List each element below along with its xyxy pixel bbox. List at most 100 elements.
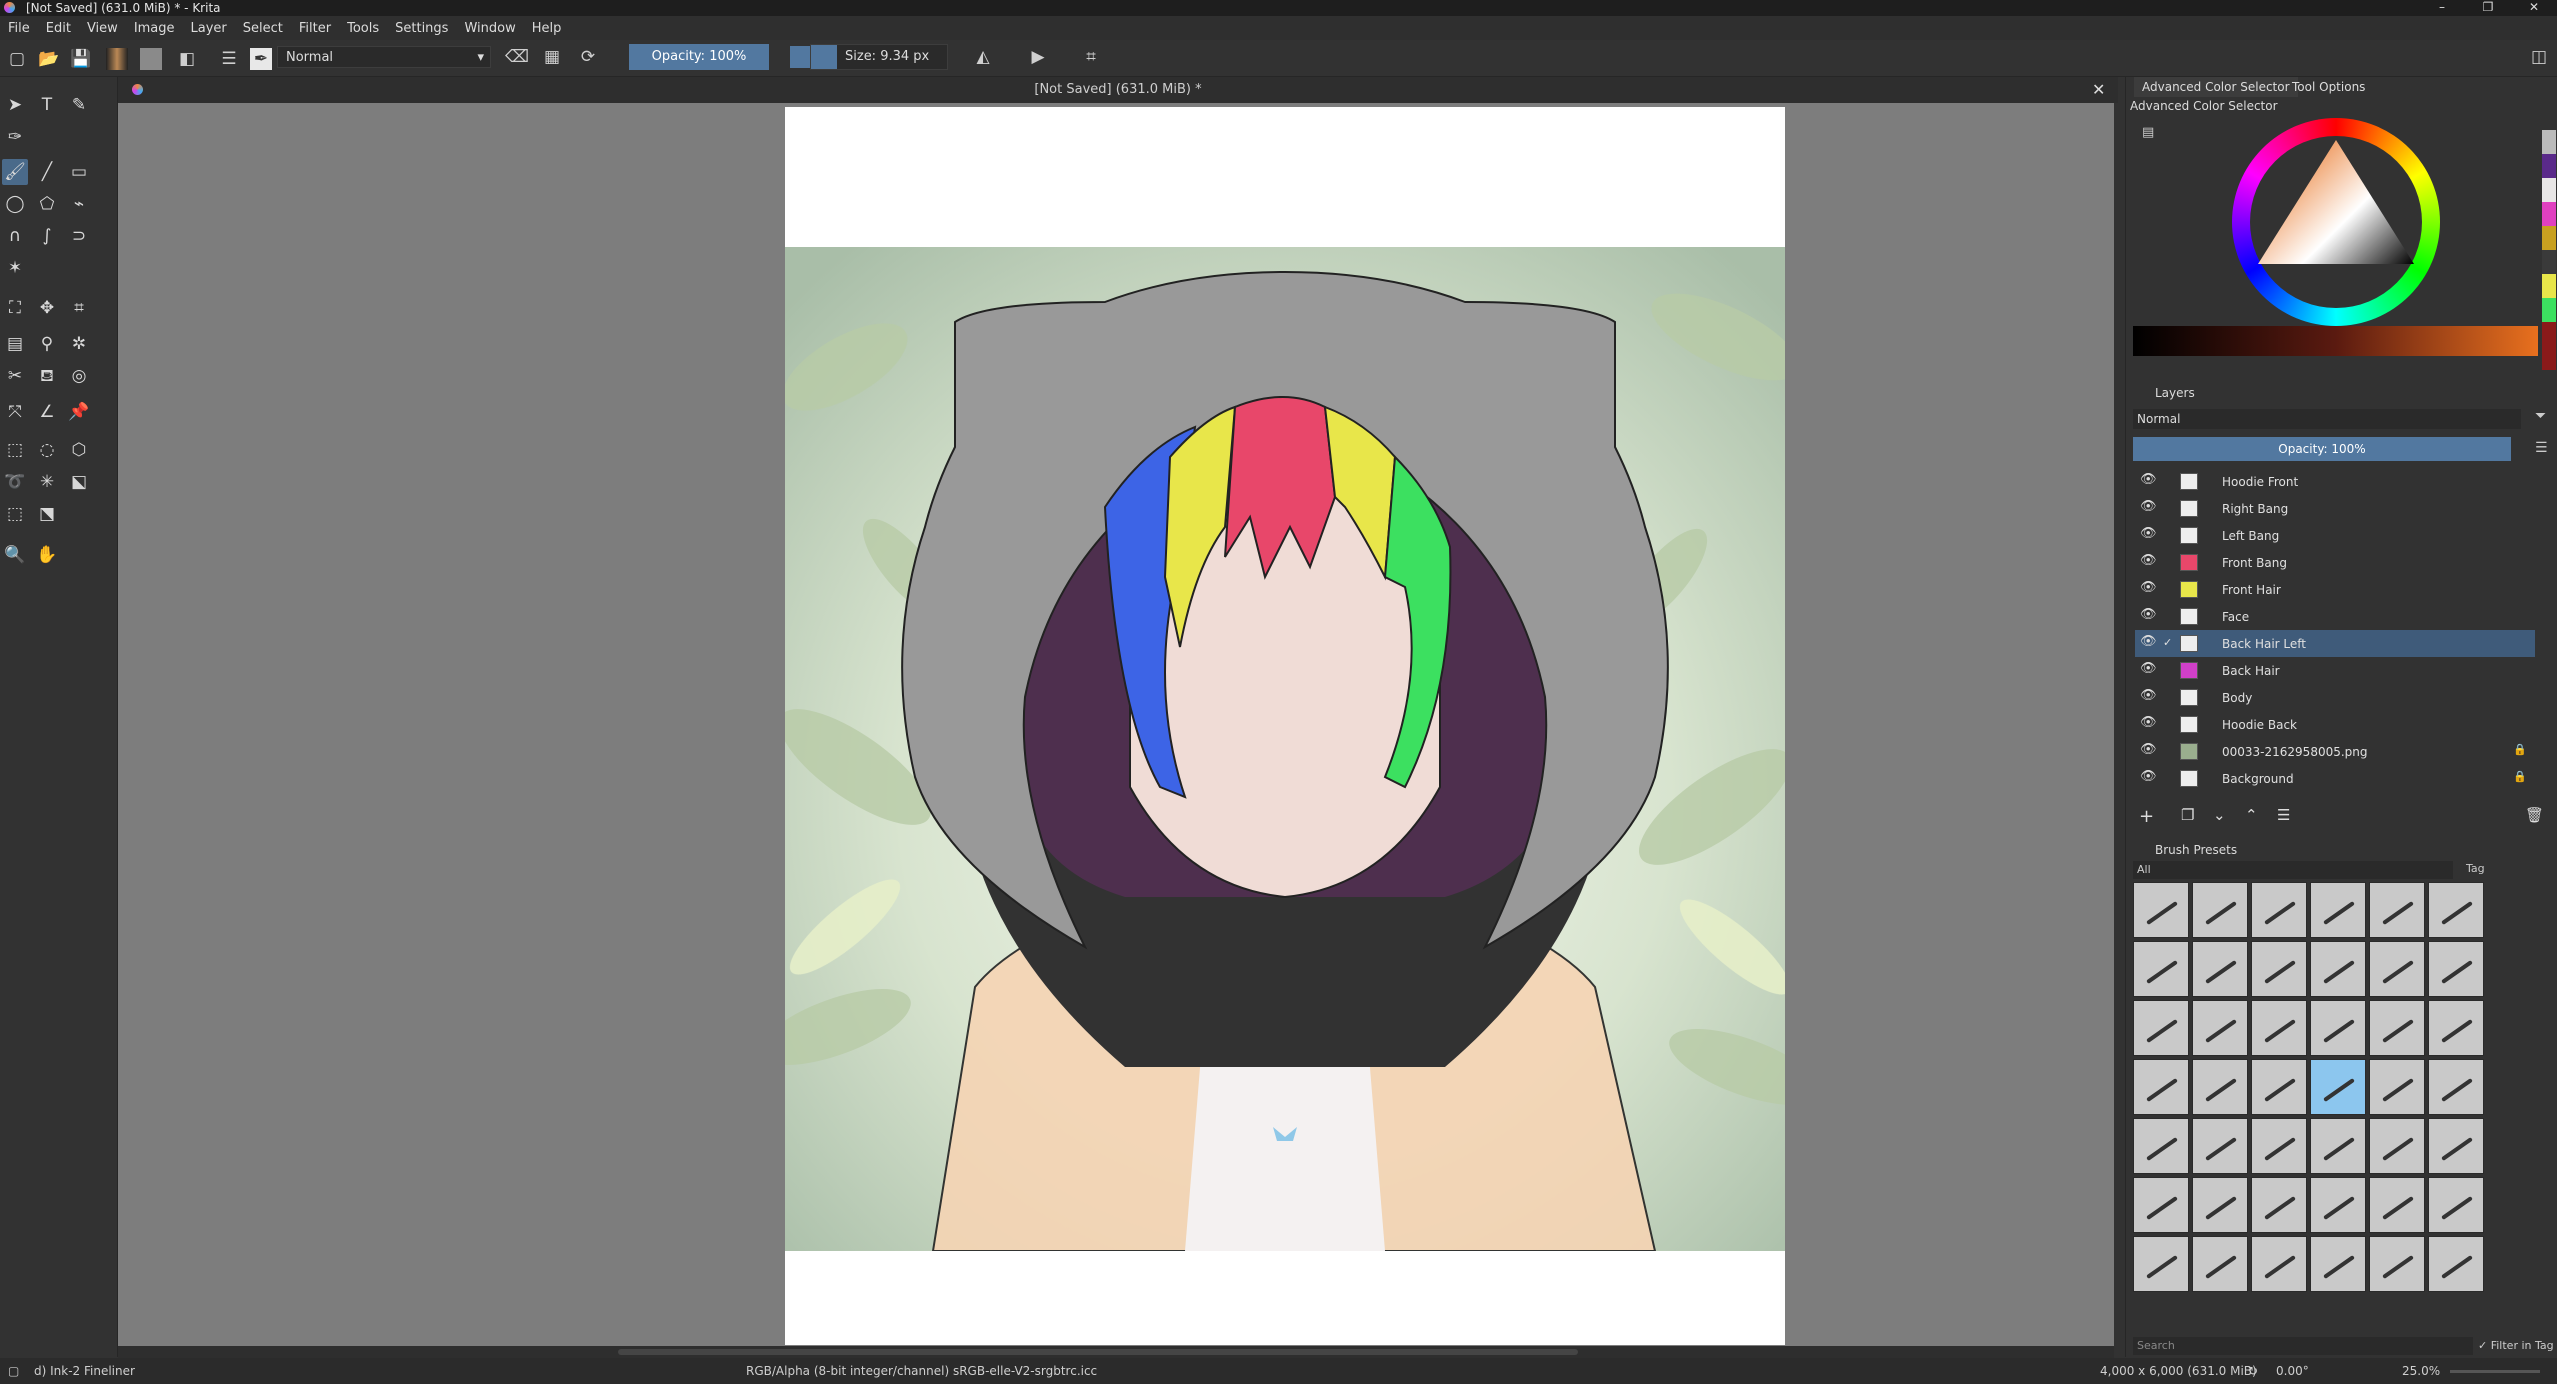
move-down-icon[interactable]: ⌄: [2213, 806, 2226, 824]
magic-wand-icon[interactable]: ✳: [34, 469, 60, 495]
menu-image[interactable]: Image: [126, 21, 183, 36]
tab-advanced-color-selector[interactable]: Advanced Color Selector: [2134, 77, 2298, 97]
open-document-icon[interactable]: 📂: [38, 48, 60, 70]
brush-search-input[interactable]: Search: [2133, 1337, 2473, 1355]
smart-patch-icon[interactable]: ✲: [66, 331, 92, 357]
brush-preset[interactable]: [2133, 1000, 2189, 1056]
gradient-swatch-icon[interactable]: [106, 48, 128, 70]
blend-mode-select[interactable]: Normal ▾: [277, 46, 491, 68]
brush-preset[interactable]: [2369, 882, 2425, 938]
add-layer-icon[interactable]: +: [2139, 806, 2154, 827]
opacity-slider[interactable]: Opacity: 100%: [629, 44, 769, 70]
save-document-icon[interactable]: 💾: [70, 48, 92, 70]
layers-opacity-slider[interactable]: Opacity: 100%: [2133, 437, 2511, 461]
brush-filter-select[interactable]: All: [2133, 861, 2453, 879]
brush-settings-icon[interactable]: ☰: [218, 48, 240, 70]
eye-icon[interactable]: 👁: [2140, 580, 2157, 595]
brush-preset[interactable]: [2428, 941, 2484, 997]
eraser-icon[interactable]: ⌫: [505, 46, 529, 68]
brush-preset[interactable]: [2310, 1000, 2366, 1056]
bezier-select-icon[interactable]: ⬚: [2, 501, 28, 527]
crop-tool-icon[interactable]: ⌗: [66, 295, 92, 321]
brush-preset[interactable]: [2192, 1000, 2248, 1056]
calligraphy-tool-icon[interactable]: ✑: [2, 124, 28, 150]
polygon-tool-icon[interactable]: ⬠: [34, 191, 60, 217]
colorize-mask-icon[interactable]: ✂: [2, 363, 28, 389]
filter-in-tag-checkbox[interactable]: ✓ Filter in Tag: [2478, 1339, 2554, 1352]
brush-preset[interactable]: [2251, 941, 2307, 997]
rectangle-tool-icon[interactable]: ▭: [66, 159, 92, 185]
menu-view[interactable]: View: [79, 21, 126, 36]
eye-icon[interactable]: 👁: [2140, 688, 2157, 703]
brush-preset[interactable]: [2251, 882, 2307, 938]
color-picker-icon[interactable]: ⚲: [34, 331, 60, 357]
brush-preset[interactable]: [2310, 1118, 2366, 1174]
brush-preset[interactable]: [2192, 1118, 2248, 1174]
brush-preset[interactable]: [2310, 1177, 2366, 1233]
layers-menu-icon[interactable]: ☰: [2535, 440, 2548, 456]
rotation-value[interactable]: 0.00°: [2276, 1364, 2309, 1378]
brush-preset[interactable]: [2133, 1059, 2189, 1115]
layer-row[interactable]: 👁 Hoodie Back: [2135, 711, 2535, 738]
menu-edit[interactable]: Edit: [38, 21, 79, 36]
menu-tools[interactable]: Tools: [339, 21, 387, 36]
brush-preset[interactable]: [2369, 1118, 2425, 1174]
brush-preset[interactable]: [2133, 1177, 2189, 1233]
line-tool-icon[interactable]: ╱: [34, 159, 60, 185]
color-selector-settings-icon[interactable]: ▤: [2142, 125, 2154, 140]
mirror-horizontal-icon[interactable]: ◭: [972, 46, 994, 68]
brush-preset[interactable]: [2428, 1177, 2484, 1233]
lock-icon[interactable]: 🔒: [2513, 770, 2527, 783]
menu-filter[interactable]: Filter: [291, 21, 339, 36]
close-button[interactable]: ✕: [2512, 0, 2556, 16]
ellipse-tool-icon[interactable]: ◯: [2, 191, 28, 217]
layer-row[interactable]: 👁 Background 🔒: [2135, 765, 2535, 792]
scrollbar-thumb[interactable]: [618, 1349, 1578, 1355]
layer-row[interactable]: 👁 Face: [2135, 603, 2535, 630]
duplicate-layer-icon[interactable]: ❐: [2181, 806, 2194, 824]
menu-window[interactable]: Window: [456, 21, 523, 36]
brush-preset[interactable]: [2369, 1177, 2425, 1233]
rect-select-icon[interactable]: ⬚: [2, 437, 28, 463]
assistant-tool-icon[interactable]: ⤧: [2, 399, 28, 425]
layer-row[interactable]: 👁 Body: [2135, 684, 2535, 711]
brush-preset-selected[interactable]: [2310, 1059, 2366, 1115]
eye-icon[interactable]: 👁: [2140, 472, 2157, 487]
freehand-brush-tool-icon[interactable]: 🖌: [2, 159, 28, 185]
brush-preset[interactable]: [2428, 1118, 2484, 1174]
brush-preset[interactable]: [2133, 1118, 2189, 1174]
delete-layer-icon[interactable]: 🗑: [2525, 806, 2544, 824]
mirror-vertical-icon[interactable]: ▶: [1027, 46, 1049, 68]
brush-preset[interactable]: [2369, 941, 2425, 997]
brush-preset[interactable]: [2369, 1236, 2425, 1292]
size-slider[interactable]: Size: 9.34 px: [810, 44, 948, 70]
move-up-icon[interactable]: ⌃: [2245, 806, 2258, 824]
menu-file[interactable]: File: [0, 21, 38, 36]
edit-shape-tool-icon[interactable]: ✎: [66, 92, 92, 118]
eye-icon[interactable]: 👁: [2140, 661, 2157, 676]
brush-preset[interactable]: [2133, 1236, 2189, 1292]
brush-preset[interactable]: [2133, 941, 2189, 997]
brush-preset[interactable]: [2133, 882, 2189, 938]
menu-settings[interactable]: Settings: [387, 21, 456, 36]
brush-preset[interactable]: [2192, 1177, 2248, 1233]
layer-row[interactable]: 👁 Back Hair: [2135, 657, 2535, 684]
layer-row-selected[interactable]: 👁 ✓ Back Hair Left: [2135, 630, 2535, 657]
close-document-icon[interactable]: ✕: [2092, 80, 2105, 99]
multibrush-tool-icon[interactable]: ✶: [2, 255, 28, 281]
brush-preset[interactable]: [2428, 882, 2484, 938]
polyline-tool-icon[interactable]: ⌁: [66, 191, 92, 217]
maximize-button[interactable]: ❐: [2466, 0, 2510, 16]
freehand-path-tool-icon[interactable]: ∫: [34, 223, 60, 249]
brush-preset[interactable]: [2428, 1000, 2484, 1056]
workspace-icon[interactable]: ◫: [2528, 46, 2550, 68]
pan-tool-icon[interactable]: ✋: [34, 542, 60, 568]
layer-row[interactable]: 👁 Front Bang: [2135, 549, 2535, 576]
minimize-button[interactable]: –: [2420, 0, 2464, 16]
brush-preset[interactable]: [2192, 941, 2248, 997]
gradient-tool-icon[interactable]: ▤: [2, 331, 28, 357]
eye-icon[interactable]: 👁: [2140, 769, 2157, 784]
brush-preset[interactable]: [2251, 1177, 2307, 1233]
layer-row[interactable]: 👁 Front Hair: [2135, 576, 2535, 603]
select-shape-tool-icon[interactable]: ➤: [2, 92, 28, 118]
